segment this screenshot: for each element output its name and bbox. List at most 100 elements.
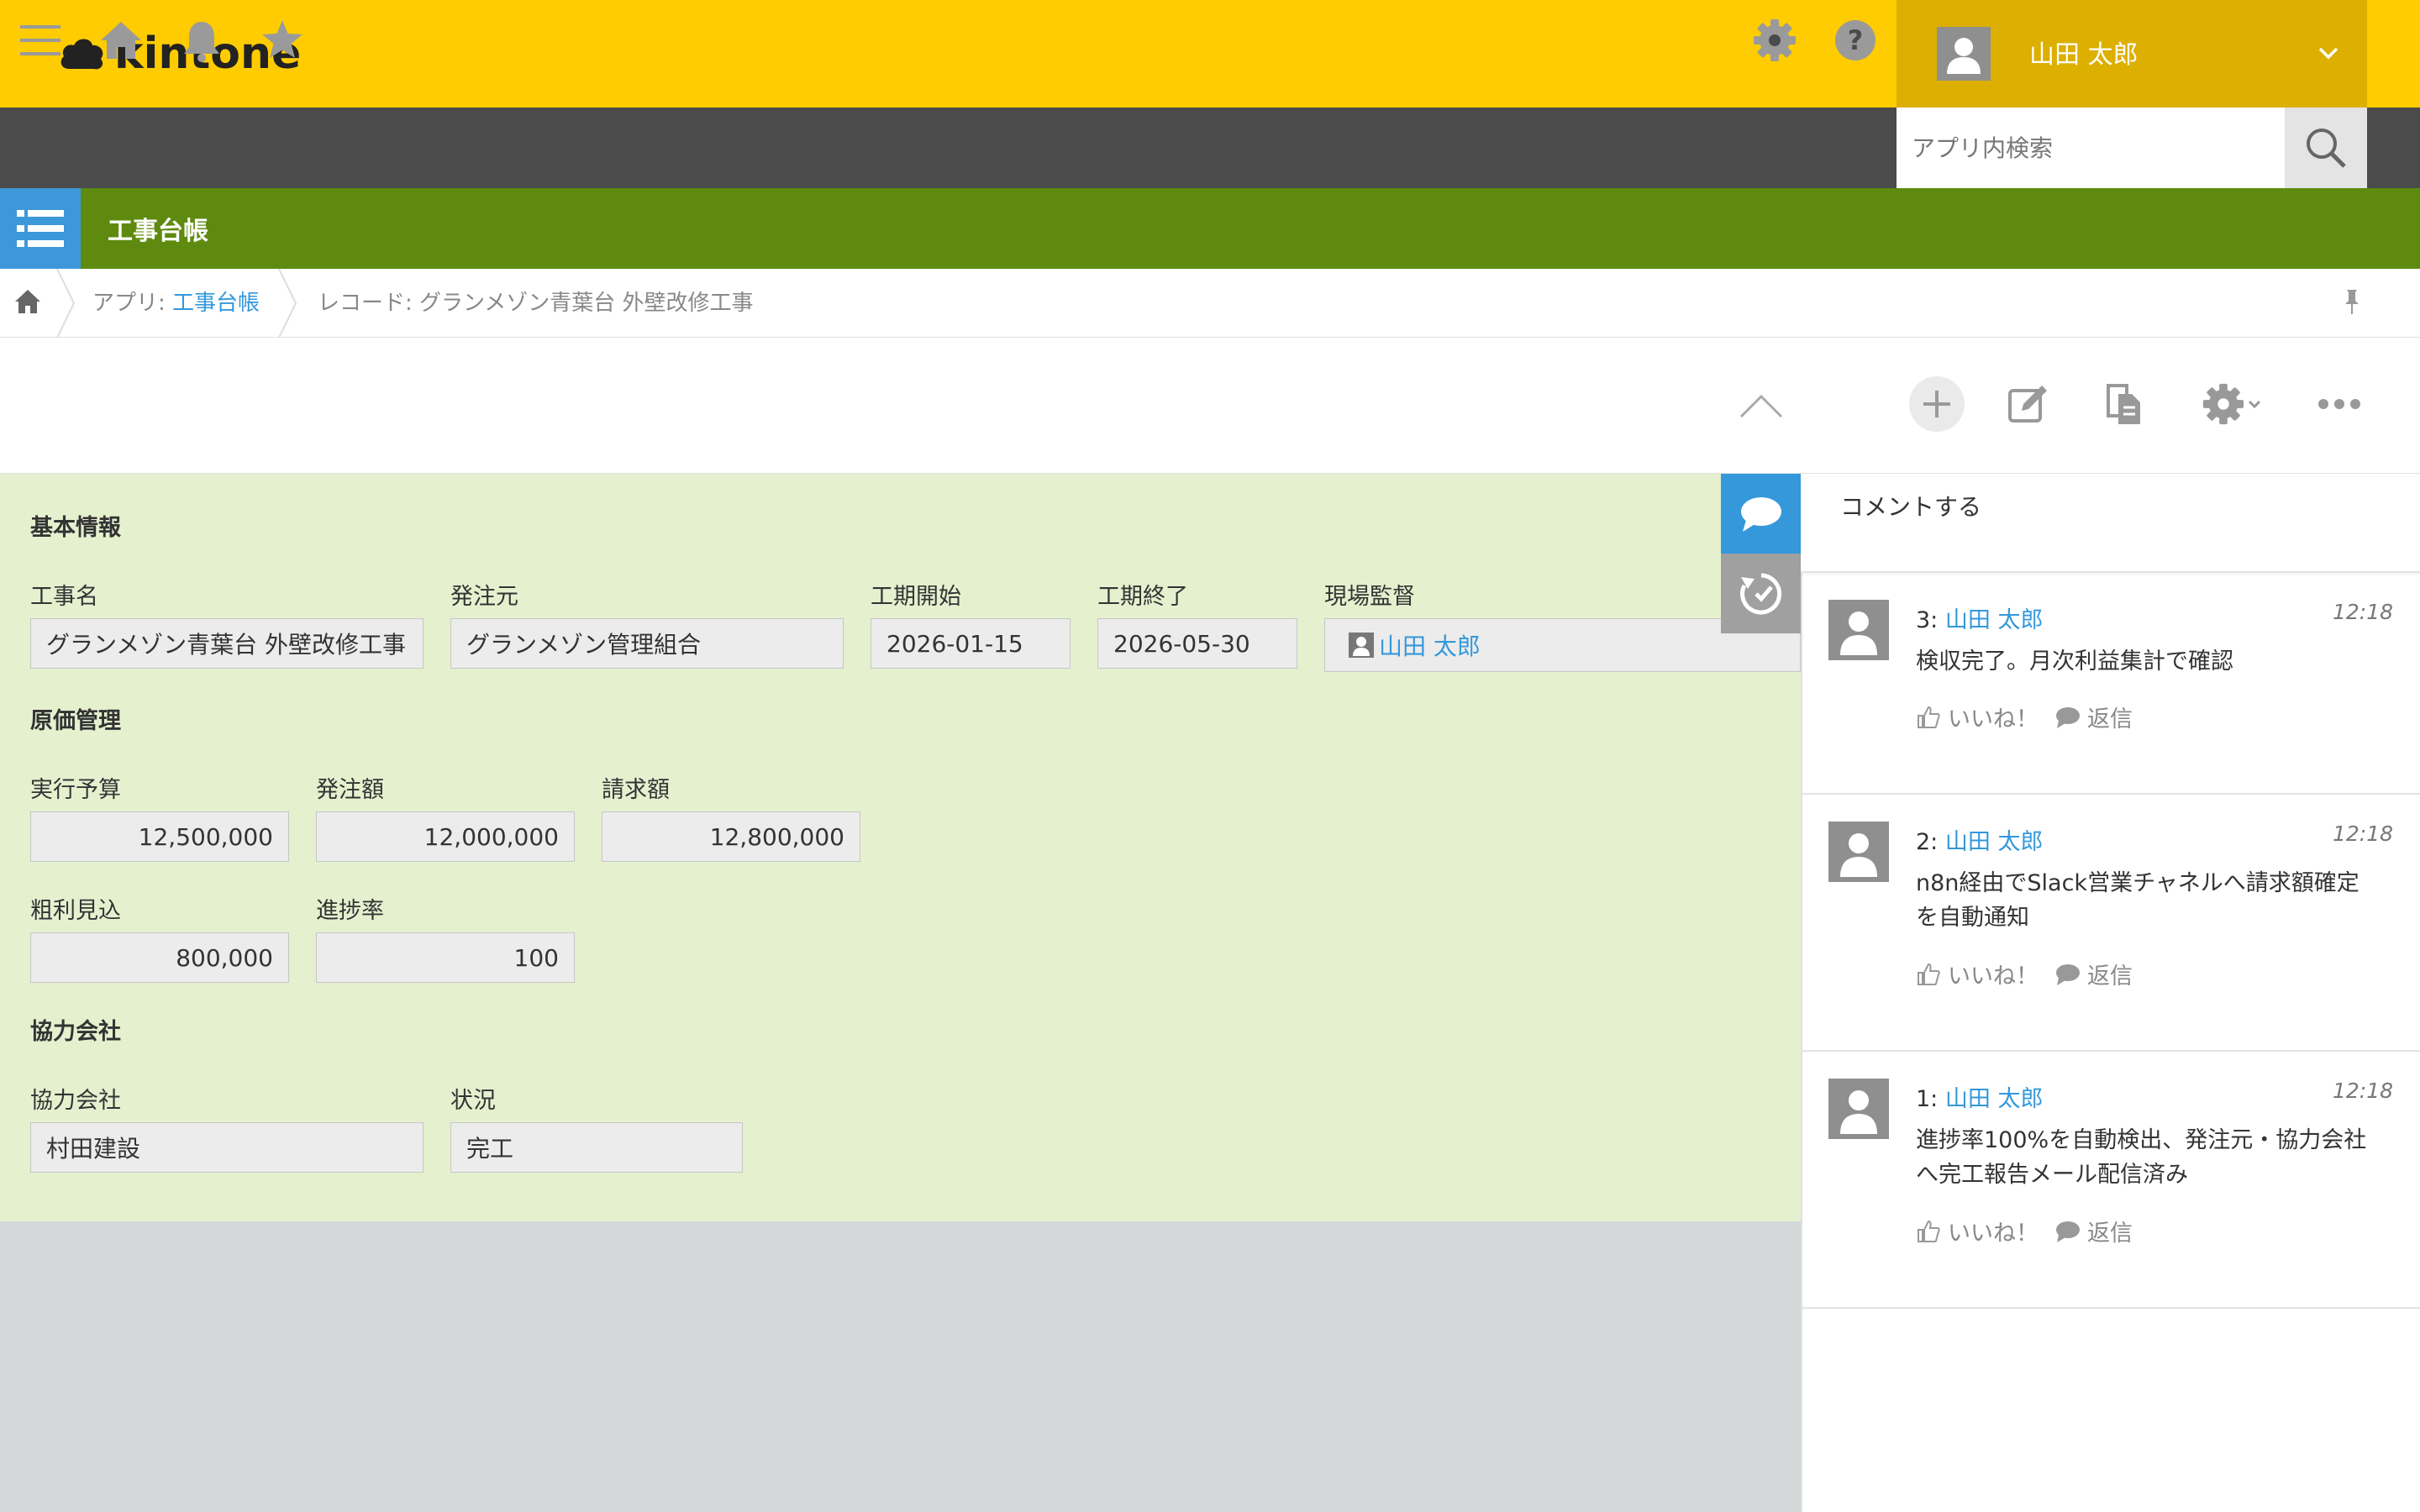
comment-body: n8n経由でSlack営業チャネルへ請求額確定 を自動通知 [1916, 866, 2395, 935]
comment-actions: いいね！ 返信 [1916, 1215, 2133, 1247]
more-dots-icon [2318, 399, 2360, 409]
field-value-progress: 100 [316, 932, 575, 983]
breadcrumb-app-link[interactable]: 工事台帳 [172, 291, 260, 316]
user-avatar-icon [1937, 27, 1991, 81]
app-search-input[interactable] [1897, 108, 2285, 188]
user-icon [1349, 633, 1374, 658]
breadcrumb-record: レコード: グランメゾン青葉台 外壁改修工事 [318, 291, 754, 316]
thumbs-up-icon[interactable] [1916, 705, 1941, 730]
edit-pencil-icon [2008, 386, 2047, 423]
field-value-billing-amount: 12,800,000 [602, 811, 860, 862]
history-clock-icon [1739, 573, 1781, 614]
svg-text:?: ? [1848, 24, 1864, 56]
record-toolbar [0, 338, 2420, 474]
reply-button[interactable]: 返信 [2087, 1215, 2133, 1247]
help-icon[interactable]: ? [1832, 17, 1879, 64]
field-label-budget: 実行予算 [30, 777, 121, 803]
like-button[interactable]: いいね！ [1948, 958, 2039, 990]
thumbs-up-icon[interactable] [1916, 1219, 1941, 1244]
field-label-order-amount: 発注額 [316, 777, 384, 803]
field-label-gross-profit: 粗利見込 [30, 898, 121, 924]
like-button[interactable]: いいね！ [1948, 1215, 2039, 1247]
comment-author-link[interactable]: 山田 太郎 [1945, 1086, 2044, 1112]
edit-record-button[interactable] [2003, 376, 2054, 432]
app-header-bar [0, 188, 2420, 269]
comment-number: 2: [1916, 829, 1939, 855]
comment-text-line: n8n経由でSlack営業チャネルへ請求額確定 [1916, 870, 2360, 896]
reply-button[interactable]: 返信 [2087, 958, 2133, 990]
bell-icon[interactable] [178, 17, 225, 64]
breadcrumb-separator-icon [278, 269, 297, 338]
comment-author-link[interactable]: 山田 太郎 [1945, 607, 2044, 633]
search-icon [2307, 129, 2346, 168]
comment-item [1802, 575, 2420, 795]
comment-text-line: 検収完了。月次利益集計で確認 [1916, 648, 2233, 675]
search-button[interactable] [2285, 108, 2367, 188]
reply-bubble-icon [2056, 963, 2080, 985]
home-icon[interactable] [97, 17, 145, 64]
chevron-down-icon [2318, 47, 2338, 60]
field-value-start-date: 2026-01-15 [871, 618, 1071, 669]
comment-header: 2: 山田 太郎 [1916, 823, 2043, 856]
like-button[interactable]: いいね！ [1948, 701, 2039, 733]
comment-avatar-icon [1828, 1079, 1889, 1139]
chevron-up-icon [1739, 394, 1783, 418]
field-value-project-name: グランメゾン青葉台 外壁改修工事 [30, 618, 424, 669]
comment-text-line: へ完工報告メール配信済み [1916, 1162, 2188, 1188]
field-label-partner-company: 協力会社 [30, 1088, 121, 1114]
field-value-status: 完工 [450, 1122, 743, 1173]
comment-body: 検収完了。月次利益集計で確認 [1916, 644, 2395, 679]
star-icon[interactable] [259, 17, 306, 64]
comment-header: 3: 山田 太郎 [1916, 601, 2043, 634]
comment-author-link[interactable]: 山田 太郎 [1945, 829, 2044, 855]
breadcrumb-app-prefix: アプリ: [92, 291, 173, 316]
section-partner: 協力会社 [30, 1019, 121, 1045]
history-tab[interactable] [1721, 554, 1801, 633]
collapse-toolbar-button[interactable] [1734, 381, 1788, 428]
section-cost-management: 原価管理 [30, 708, 121, 734]
comment-number: 1: [1916, 1086, 1939, 1112]
field-value-partner-company: 村田建設 [30, 1122, 424, 1173]
supervisor-user-link[interactable]: 山田 太郎 [1379, 628, 1481, 662]
field-value-client: グランメゾン管理組合 [450, 618, 844, 669]
record-settings-button[interactable] [2191, 376, 2272, 432]
comment-time: 12:18 [2333, 822, 2394, 846]
field-label-billing-amount: 請求額 [602, 777, 670, 803]
comment-actions: いいね！ 返信 [1916, 958, 2133, 990]
menu-icon[interactable] [17, 17, 64, 64]
gear-icon [2202, 383, 2244, 425]
settings-gear-icon[interactable] [1751, 17, 1798, 64]
pin-icon[interactable] [2338, 287, 2366, 316]
field-value-gross-profit: 800,000 [30, 932, 289, 983]
app-title[interactable]: 工事台帳 [108, 210, 208, 247]
comment-number: 3: [1916, 607, 1939, 633]
breadcrumb-home-icon[interactable] [13, 287, 42, 316]
duplicate-document-icon [2107, 384, 2140, 424]
reply-bubble-icon [2056, 706, 2080, 728]
add-record-button[interactable] [1909, 376, 1965, 432]
breadcrumb-separator-icon [56, 269, 76, 338]
reply-bubble-icon [2056, 1221, 2080, 1242]
field-label-project-name: 工事名 [30, 584, 98, 610]
field-label-client: 発注元 [450, 584, 518, 610]
user-menu[interactable]: 山田 太郎 [1897, 0, 2367, 108]
breadcrumb-app[interactable]: アプリ: 工事台帳 [92, 286, 260, 317]
comments-tab[interactable] [1721, 474, 1801, 554]
thumbs-up-icon[interactable] [1916, 962, 1941, 987]
comment-bubble-icon [1740, 496, 1781, 532]
section-basic-info: 基本情報 [30, 515, 121, 541]
field-label-supervisor: 現場監督 [1324, 584, 1415, 610]
comment-actions: いいね！ 返信 [1916, 701, 2133, 733]
app-list-icon[interactable] [0, 188, 81, 269]
field-value-order-amount: 12,000,000 [316, 811, 575, 862]
field-label-start-date: 工期開始 [871, 584, 961, 610]
duplicate-record-button[interactable] [2099, 376, 2149, 432]
plus-icon [1923, 391, 1950, 417]
comment-text-line: 進捗率100%を自動検出、発注元・協力会社 [1916, 1127, 2367, 1153]
comment-body: 進捗率100%を自動検出、発注元・協力会社 へ完工報告メール配信済み [1916, 1123, 2395, 1192]
chevron-down-icon [2248, 400, 2261, 409]
reply-button[interactable]: 返信 [2087, 701, 2133, 733]
comment-input-placeholder: コメントする [1840, 493, 1982, 521]
field-label-status: 状況 [450, 1088, 496, 1114]
more-options-button[interactable] [2314, 376, 2365, 432]
